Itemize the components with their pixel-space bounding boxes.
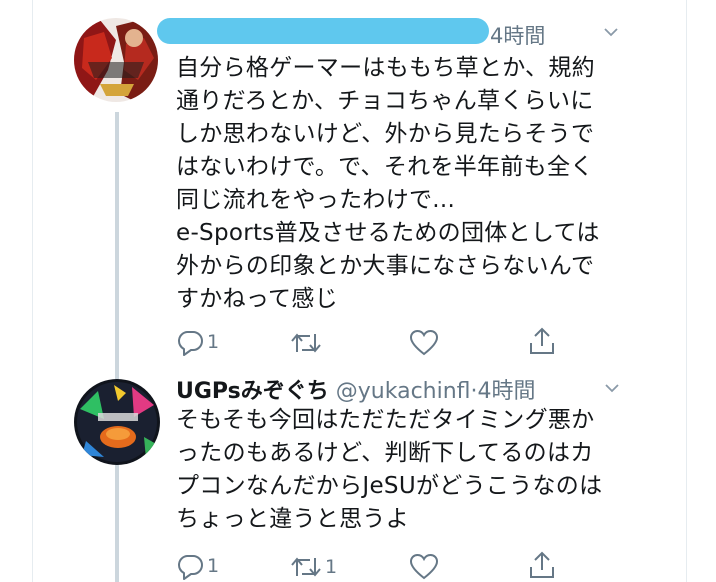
- share-button[interactable]: [528, 326, 556, 356]
- tweet-header: UGPsみぞぐち @yukachinfl·4時間: [176, 373, 536, 405]
- share-icon: [530, 327, 554, 354]
- reply-button[interactable]: 1: [176, 552, 219, 580]
- tweet-text-line: 同じ流れをやったわけで...: [176, 187, 456, 213]
- retweet-icon: [291, 333, 321, 353]
- share-icon: [530, 551, 554, 578]
- tweet-text-line: ったのもあるけど、判断下してるのはカ: [176, 440, 594, 466]
- like-icon: [410, 554, 438, 580]
- tweet-text-line: ちょっと違うと思うよ: [176, 506, 409, 532]
- reply-icon: [178, 331, 203, 356]
- retweet-icon: [291, 557, 321, 577]
- separator-dot: ·: [470, 379, 478, 404]
- retweet-button[interactable]: [290, 330, 325, 356]
- tweet-text-line: しか思わないけど、外から見たらそうで: [176, 121, 595, 147]
- avatar-image: [74, 18, 158, 102]
- tweet-text-line: 通りだろとか、チョコちゃん草くらいに: [176, 88, 594, 114]
- reply-button[interactable]: 1: [176, 328, 219, 356]
- retweet-button[interactable]: 1: [290, 554, 337, 580]
- like-button[interactable]: [410, 554, 441, 580]
- like-icon: [410, 330, 438, 356]
- tweet-timestamp[interactable]: 4時間: [490, 20, 545, 50]
- chevron-down-icon[interactable]: [603, 24, 619, 40]
- reply-icon: [178, 555, 203, 580]
- avatar[interactable]: [74, 379, 160, 465]
- avatar[interactable]: [74, 18, 158, 102]
- retweet-count: 1: [325, 556, 338, 578]
- tweet-text-line: 自分ら格ゲーマーはももち草とか、規約: [176, 55, 595, 81]
- left-frame: [0, 0, 33, 582]
- like-button[interactable]: [410, 330, 441, 356]
- reply-count: 1: [207, 331, 220, 353]
- tweet-text-line: すかねって感じ: [176, 286, 338, 312]
- tweet-text-line: そもそも今回はただただタイミング悪か: [176, 407, 595, 433]
- redacted-username: [157, 18, 489, 44]
- tweet-text-line: はないわけで。で、それを半年前も全く: [176, 154, 594, 180]
- tweet-timestamp[interactable]: 4時間: [478, 379, 536, 404]
- avatar-image: [74, 379, 160, 465]
- share-button[interactable]: [528, 550, 556, 580]
- right-frame: [686, 0, 716, 582]
- chevron-down-icon[interactable]: [604, 380, 620, 396]
- user-handle[interactable]: @yukachinfl: [336, 379, 471, 404]
- tweet-text: 自分ら格ゲーマーはももち草とか、規約 通りだろとか、チョコちゃん草くらいに しか…: [176, 52, 600, 316]
- display-name[interactable]: UGPsみぞぐち: [176, 379, 329, 404]
- thread-connector: [115, 112, 119, 582]
- tweet-text-line: e-Sports普及させるための団体としては: [176, 220, 600, 246]
- tweet-text-line: 外からの印象とか大事になさらないんで: [176, 253, 595, 279]
- reply-count: 1: [207, 555, 220, 577]
- tweet-text: そもそも今回はただただタイミング悪か ったのもあるけど、判断下してるのはカ プコ…: [176, 404, 602, 536]
- tweet-text-line: プコンなんだからJeSUがどうこうなのは: [176, 473, 603, 499]
